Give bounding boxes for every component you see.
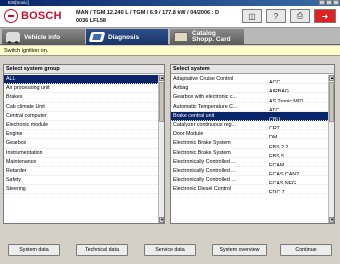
window-controls [319,0,339,5]
print-button[interactable]: ⎙ [290,9,310,23]
tab-catalog-label: Catalog Shopp. Card [192,30,231,44]
list-item[interactable]: Brake central unitCBU [171,111,328,121]
printer-icon: ⎙ [296,11,304,20]
list-item[interactable]: Steering [4,185,158,195]
list-item[interactable]: AirbagAIRBAG [171,84,328,94]
list-item[interactable]: Electronic Diesel Control EDC 7 [171,185,328,195]
exit-button[interactable]: ➜ [314,9,336,23]
list-item[interactable]: Maintenance [4,158,158,167]
system-scrollbar[interactable]: ▲ ▼ [328,75,334,223]
maximize-icon[interactable] [326,0,332,5]
system-name: Gearbox with electronic c... [173,94,237,101]
status-message: Switch ignition on. [0,46,340,56]
scroll-thumb[interactable] [329,82,334,122]
system-list: Adaptative Cruise ControlACC AirbagAIRBAG… [171,75,328,223]
list-item[interactable]: Retarder [4,167,158,177]
main-tabs: Vehicle info Diagnosis Catalog Shopp. Ca… [0,28,340,45]
vehicle-description: MAN / TGM 12.240 L / TGM / 6.9 / 177.8 k… [76,10,219,16]
list-item[interactable]: Electronic module [4,121,158,131]
system-code: EDC 7 [269,190,285,195]
list-item[interactable]: Engine [4,130,158,140]
scroll-up-icon[interactable]: ▲ [329,75,334,81]
scroll-down-icon[interactable]: ▼ [159,217,164,223]
tab-catalog-line2: Shopp. Card [192,36,231,43]
system-name: Automatic Temperature C... [173,103,238,110]
vehicle-select-button[interactable]: ◫ [242,9,262,23]
list-item[interactable]: Electronic Brake SystemEBS 2.2 [171,139,328,149]
system-name: Electronically Controlled ... [173,177,236,184]
system-name: Electronically Controlled ... [173,158,236,165]
list-item[interactable]: Brakes [4,93,158,103]
system-group-list: ALL Air processing unit Brakes Cab climate … [4,75,158,223]
list-item[interactable]: ALL [4,75,158,85]
bosch-logo-icon [4,9,18,23]
list-item[interactable]: Catalyzer continuous reg...CRT [171,121,328,131]
close-icon[interactable] [333,0,339,5]
list-item[interactable]: Central computer [4,112,158,121]
service-data-button[interactable]: Service data [144,244,196,256]
system-name: Brake central unit [173,112,215,119]
scroll-up-icon[interactable]: ▲ [159,75,164,81]
list-item[interactable]: Adaptative Cruise ControlACC [171,75,328,85]
system-name: Catalyzer continuous reg... [173,121,237,128]
system-group-scrollbar[interactable]: ▲ ▼ [158,75,164,223]
system-name: Airbag [173,85,189,92]
window-title: ESI[tronic] [8,0,29,5]
app-header: BOSCH MAN / TGM 12.240 L / TGM / 6.9 / 1… [0,6,340,28]
catalog-icon [174,32,188,42]
list-item[interactable]: Gearbox [4,139,158,149]
system-name: Adaptative Cruise Control [173,76,234,82]
system-overview-button[interactable]: System overview [212,244,267,256]
technical-data-button[interactable]: Technical data [76,244,128,256]
exit-icon: ➜ [321,11,329,21]
system-group-header: Select system group [4,65,164,74]
car-icon [6,32,20,44]
list-item[interactable]: Electronically Controlled ...ECAM [171,158,328,167]
minimize-icon[interactable] [319,0,325,5]
scroll-down-icon[interactable]: ▼ [329,217,334,223]
tab-catalog[interactable]: Catalog Shopp. Card [170,29,244,45]
system-name: Electronically Controlled ... [173,167,236,174]
diagnosis-icon [88,32,106,42]
vehicle-identifier: 0036 LFL58 [76,18,106,24]
tab-vehicle-info-label: Vehicle info [24,33,61,41]
help-button[interactable]: ? [266,9,286,23]
tab-vehicle-info[interactable]: Vehicle info [2,29,85,45]
system-panel: Select system Adaptative Cruise ControlA… [170,64,335,224]
list-item[interactable]: Door ModuleDM [171,130,328,140]
continue-button[interactable]: Continue [280,244,332,256]
list-item[interactable]: Electronically Controlled ...ECAS CAN2 [171,167,328,177]
action-bar: System data Technical data Service data … [0,244,340,258]
brand-name: BOSCH [21,10,62,22]
system-group-panel: Select system group ALL Air processing un… [3,64,165,224]
car-front-icon: ◫ [248,11,256,21]
list-item[interactable]: Electronically Controlled ...ECAS NFG [171,176,328,186]
system-name: Electronic Diesel Control [173,186,231,193]
system-name: Electronic Brake System [173,140,231,147]
help-icon: ? [273,11,279,21]
scroll-thumb[interactable] [159,82,164,122]
list-item[interactable]: Electronic Brake SystemEBS 5 [171,149,328,158]
list-item[interactable]: Automatic Temperature C...ATC [171,103,328,112]
list-item[interactable]: Air processing unit [4,84,158,94]
tab-diagnosis[interactable]: Diagnosis [86,29,168,45]
list-item[interactable]: Safety [4,176,158,186]
system-name: Electronic Brake System [173,149,231,156]
system-name: Door Module [173,131,204,138]
list-item[interactable]: Gearbox with electronic c...AS Tronic MI… [171,93,328,103]
tab-diagnosis-label: Diagnosis [108,33,140,41]
system-data-button[interactable]: System data [8,244,60,256]
list-item[interactable]: Instrumentation [4,149,158,158]
system-header: Select system [171,65,334,74]
list-item[interactable]: Cab climate Unit [4,103,158,112]
